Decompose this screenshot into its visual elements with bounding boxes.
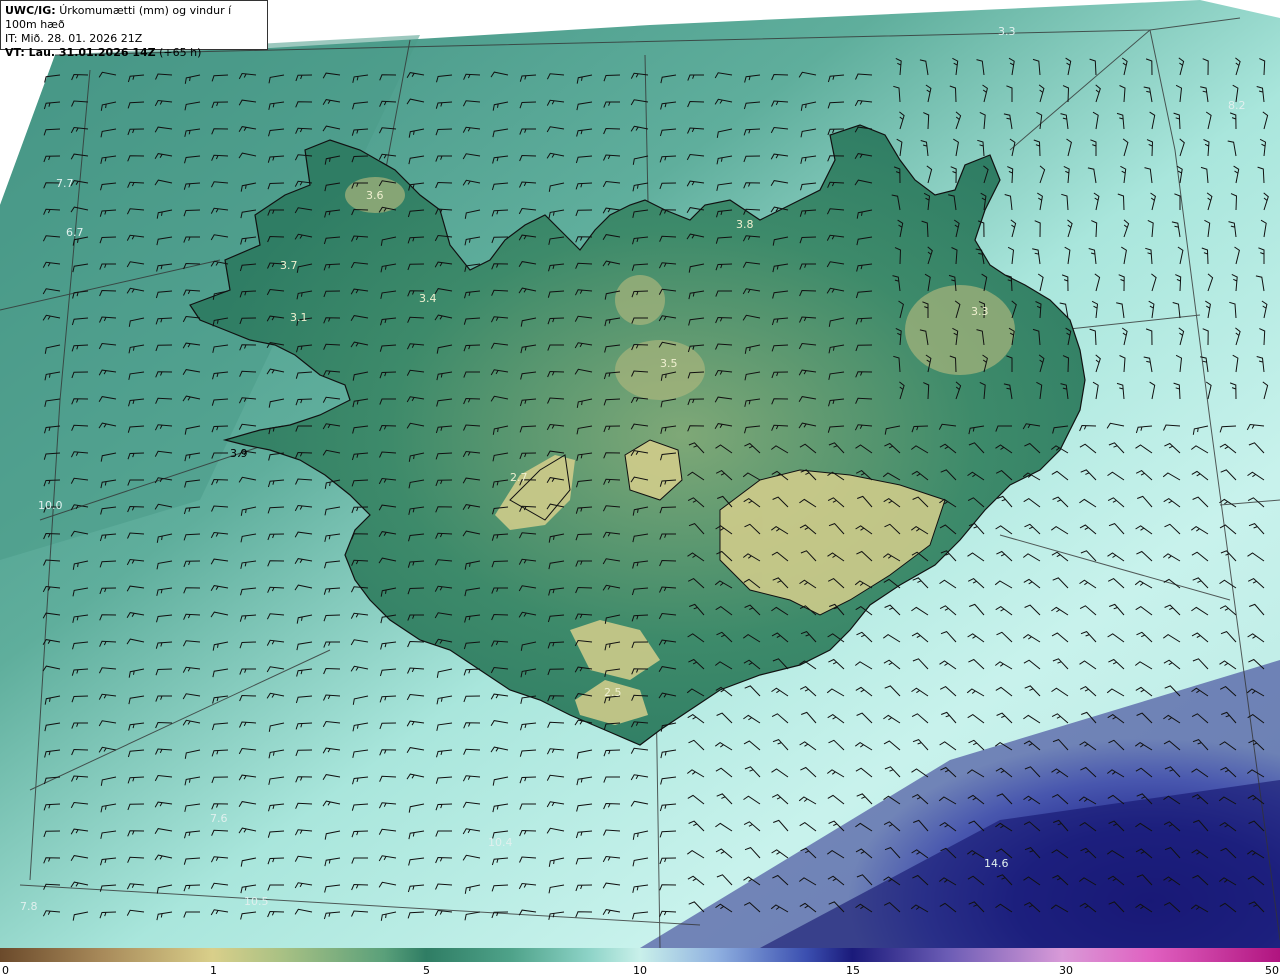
- map-value-label: 10.0: [38, 499, 63, 512]
- model-label: UWC/IG:: [5, 4, 56, 17]
- map-title-box: UWC/IG: Úrkomumætti (mm) og vindur í 100…: [0, 0, 268, 59]
- map-value-label: 8.2: [1228, 99, 1246, 112]
- map-value-label: 3.3: [998, 25, 1016, 38]
- map-value-label: 7.7: [56, 177, 74, 190]
- init-time: IT: Mið. 28. 01. 2026 21Z: [5, 32, 143, 45]
- legend-tick: 5: [423, 964, 430, 977]
- map-value-label: 3.6: [366, 189, 384, 202]
- legend-tick: 50: [1265, 964, 1279, 977]
- color-legend: 0 1 5 10 15 30 50: [0, 948, 1280, 978]
- map-value-label: 14.6: [984, 857, 1009, 870]
- map-value-label: 3.1: [290, 311, 308, 324]
- valid-time: VT: Lau. 31.01.2026 14Z: [5, 46, 156, 59]
- map-value-label: 10.5: [244, 895, 269, 908]
- legend-tick: 10: [633, 964, 647, 977]
- map-value-label: 3.4: [419, 292, 437, 305]
- map-value-label: 7.8: [20, 900, 38, 913]
- forecast-hour: (+65 h): [159, 46, 202, 59]
- map-value-label: 2.5: [604, 686, 622, 699]
- weather-map: [0, 0, 1280, 948]
- legend-tick: 1: [210, 964, 217, 977]
- map-value-label: 3.8: [736, 218, 754, 231]
- map-value-label: 3.9: [230, 447, 248, 460]
- map-value-label: 3.7: [280, 259, 298, 272]
- legend-colorbar: [0, 948, 1280, 962]
- legend-tick: 30: [1059, 964, 1073, 977]
- map-value-label: 3.5: [660, 357, 678, 370]
- map-value-label: 6.7: [66, 226, 84, 239]
- map-value-label: 7.6: [210, 812, 228, 825]
- map-value-label: 3.3: [971, 305, 989, 318]
- map-value-label: 10.4: [488, 836, 513, 849]
- legend-tick: 0: [2, 964, 9, 977]
- legend-tick: 15: [846, 964, 860, 977]
- map-value-label: 2.7: [510, 471, 528, 484]
